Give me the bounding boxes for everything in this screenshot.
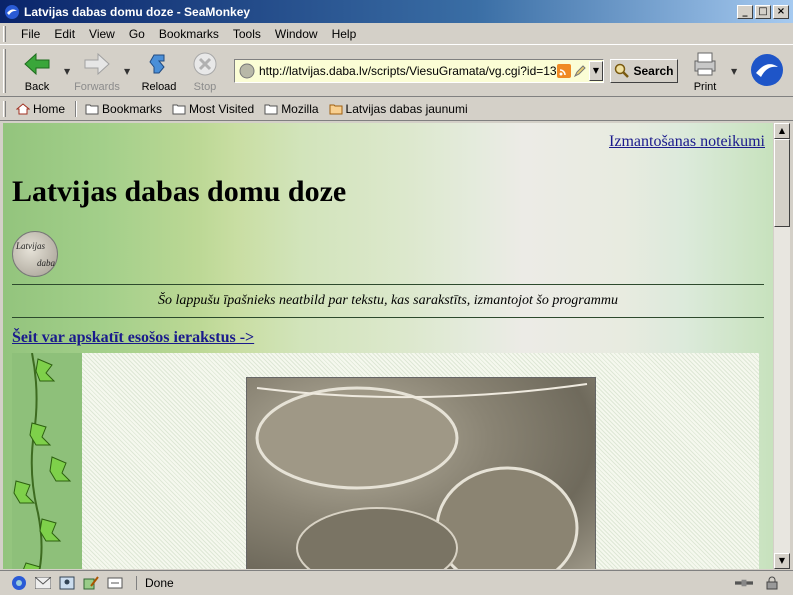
bookmark-mozilla[interactable]: Mozilla (264, 102, 319, 116)
toolbar-separator (75, 100, 78, 117)
magnifier-icon (615, 63, 630, 78)
menu-go[interactable]: Go (122, 27, 152, 41)
toolbar-grip[interactable] (3, 26, 6, 42)
reload-label: Reload (141, 81, 177, 93)
view-entries-link[interactable]: Šeit var apskatīt esošos ierakstus -> (12, 329, 254, 347)
menu-help[interactable]: Help (325, 27, 364, 41)
pencil-icon[interactable] (573, 64, 587, 78)
security-lock-icon[interactable] (763, 575, 781, 591)
chat-icon[interactable] (106, 575, 124, 591)
seamonkey-throbber-icon[interactable] (750, 53, 784, 87)
close-button[interactable]: × (773, 4, 789, 19)
url-dropdown-button[interactable]: ▼ (589, 61, 603, 81)
bookmark-most-visited[interactable]: Most Visited (172, 102, 254, 116)
page-heading: Latvijas dabas domu doze (12, 175, 347, 208)
url-bar[interactable]: http://latvijas.daba.lv/scripts/ViesuGra… (234, 59, 604, 83)
disclaimer-text: Šo lappušu īpašnieks neatbild par tekstu… (158, 293, 618, 308)
print-dropdown-icon[interactable]: ▼ (731, 67, 737, 76)
title-bar: Latvijas dabas domu doze - SeaMonkey _ □… (0, 0, 793, 23)
menu-view[interactable]: View (82, 27, 122, 41)
folder-icon (264, 104, 278, 114)
search-label: Search (633, 64, 674, 78)
ivy-vine-decoration (12, 352, 82, 569)
bookmark-home[interactable]: Home (16, 102, 65, 116)
stop-label: Stop (193, 81, 217, 93)
bookmark-latvijas-dabas-jaunumi[interactable]: Latvijas dabas jaunumi (329, 102, 468, 116)
home-icon (16, 102, 30, 114)
insect-image (255, 383, 588, 569)
back-button[interactable]: Back (14, 49, 60, 93)
back-dropdown-icon[interactable]: ▼ (64, 67, 70, 76)
online-status-icon[interactable] (735, 575, 753, 591)
menu-file[interactable]: File (14, 27, 47, 41)
bookmark-bookmarks[interactable]: Bookmarks (85, 102, 162, 116)
folder-icon (85, 104, 99, 114)
toolbar-grip[interactable] (3, 49, 6, 93)
guestbook-area (12, 352, 759, 569)
beetle-photo (246, 377, 596, 569)
forward-button[interactable]: Forwards (74, 49, 120, 93)
reload-icon (149, 54, 165, 74)
scroll-thumb[interactable] (774, 139, 790, 227)
forward-arrow-icon (84, 52, 110, 76)
composer-icon[interactable] (82, 575, 100, 591)
stop-button[interactable]: Stop (182, 49, 228, 93)
rss-feed-icon[interactable] (557, 64, 571, 78)
forward-dropdown-icon[interactable]: ▼ (124, 67, 130, 76)
page-content: Izmantošanas noteikumi Latvijas dabas do… (3, 123, 773, 569)
window-title: Latvijas dabas domu doze - SeaMonkey (24, 4, 251, 19)
site-logo: Latvijas daba (12, 231, 58, 277)
url-field[interactable]: http://latvijas.daba.lv/scripts/ViesuGra… (259, 64, 557, 78)
address-book-icon[interactable] (58, 575, 76, 591)
printer-icon (694, 52, 716, 76)
scroll-down-button[interactable]: ▼ (774, 553, 790, 569)
reload-button[interactable]: Reload (136, 49, 182, 93)
back-label: Back (24, 81, 50, 93)
print-label: Print (693, 81, 717, 93)
rss-folder-icon (329, 104, 343, 114)
divider (12, 284, 764, 285)
terms-link[interactable]: Izmantošanas noteikumi (609, 133, 765, 151)
forward-label: Forwards (74, 81, 120, 93)
folder-icon (172, 104, 186, 114)
stop-icon (193, 52, 217, 76)
seamonkey-icon (5, 4, 19, 19)
print-button[interactable]: Print (682, 49, 728, 93)
back-arrow-icon (24, 52, 50, 76)
menu-tools[interactable]: Tools (226, 27, 268, 41)
ivy-leaves-icon (13, 352, 72, 569)
scroll-up-button[interactable]: ▲ (774, 123, 790, 139)
status-bar: Done (0, 570, 793, 595)
menu-edit[interactable]: Edit (47, 27, 82, 41)
divider (12, 317, 764, 318)
minimize-button[interactable]: _ (737, 4, 753, 19)
mail-icon[interactable] (34, 575, 52, 591)
personal-toolbar: Home Bookmarks Most Visited Mozilla Latv… (0, 97, 793, 121)
menu-bar: File Edit View Go Bookmarks Tools Window… (0, 23, 793, 45)
search-button[interactable]: Search (610, 59, 678, 83)
site-favicon-icon (239, 63, 255, 79)
menu-bookmarks[interactable]: Bookmarks (152, 27, 226, 41)
status-text: Done (136, 576, 735, 590)
navigator-icon[interactable] (10, 575, 28, 591)
maximize-button[interactable]: □ (755, 4, 771, 19)
menu-window[interactable]: Window (268, 27, 325, 41)
toolbar-grip[interactable] (3, 101, 6, 117)
vertical-scrollbar[interactable]: ▲ ▼ (773, 123, 790, 569)
